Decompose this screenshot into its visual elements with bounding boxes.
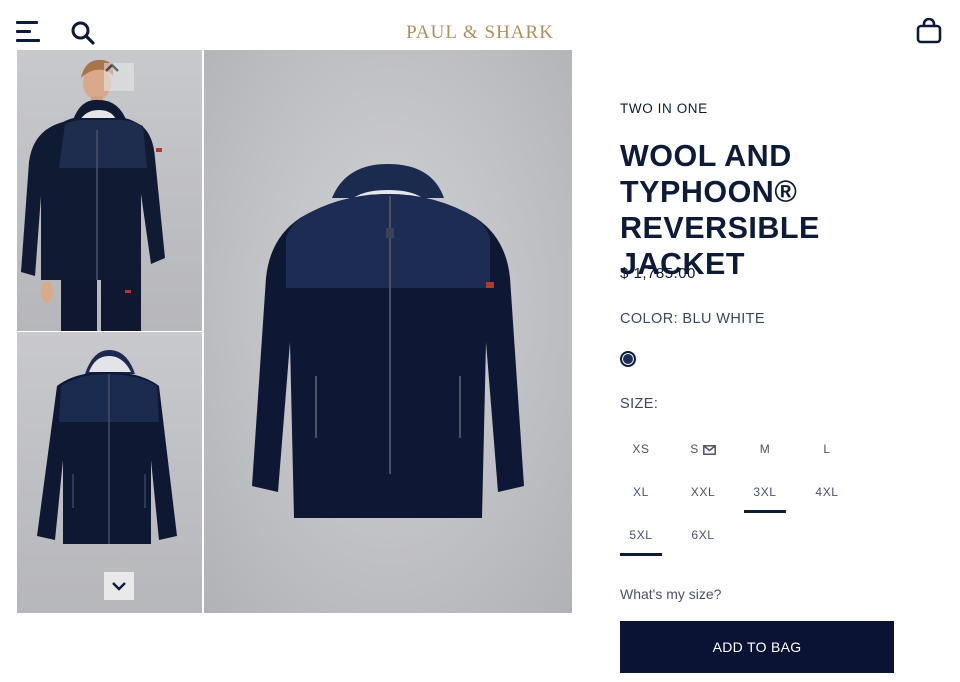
size-option-6xl[interactable]: 6XL [682,520,724,550]
product-price: $ 1,785.00 [620,265,696,282]
site-header: PAUL & SHARK [0,0,960,50]
size-option-4xl[interactable]: 4XL [806,477,848,507]
chevron-down-icon [112,582,126,591]
color-swatch-blu-white[interactable] [620,351,636,367]
jacket-main-image [252,164,524,518]
size-option-5xl[interactable]: 5XL [620,520,662,556]
brand-logo[interactable]: PAUL & SHARK [406,22,554,43]
model-image [21,59,165,331]
search-icon[interactable] [69,19,97,47]
size-option-3xl[interactable]: 3XL [744,477,786,513]
menu-icon[interactable] [16,21,42,43]
chevron-up-icon [105,63,119,72]
gallery-up-button[interactable] [104,63,134,91]
product-title: WOOL AND TYPHOON® REVERSIBLE JACKET [620,139,820,281]
mail-notify-icon [702,445,716,455]
gallery-down-button[interactable] [104,572,134,600]
main-product-image[interactable] [204,50,572,613]
size-option-xl[interactable]: XL [620,477,662,507]
size-option-xxl[interactable]: XXL [682,477,724,507]
thumbnail-jacket[interactable] [17,332,202,613]
size-option-s[interactable]: S [682,434,724,464]
size-option-l[interactable]: L [806,434,848,464]
add-to-bag-button[interactable]: ADD TO BAG [620,621,894,673]
product-category: TWO IN ONE [620,101,708,116]
thumbnail-rail [17,50,202,613]
size-label: SIZE: [620,396,659,412]
thumbnail-model[interactable] [17,50,202,331]
size-option-xs[interactable]: XS [620,434,662,464]
size-option-m[interactable]: M [744,434,786,464]
jacket-thumbnail-image [37,350,177,544]
shopping-bag-icon[interactable] [915,18,943,46]
size-guide-link[interactable]: What's my size? [620,586,721,602]
color-label: COLOR: BLU WHITE [620,311,765,327]
